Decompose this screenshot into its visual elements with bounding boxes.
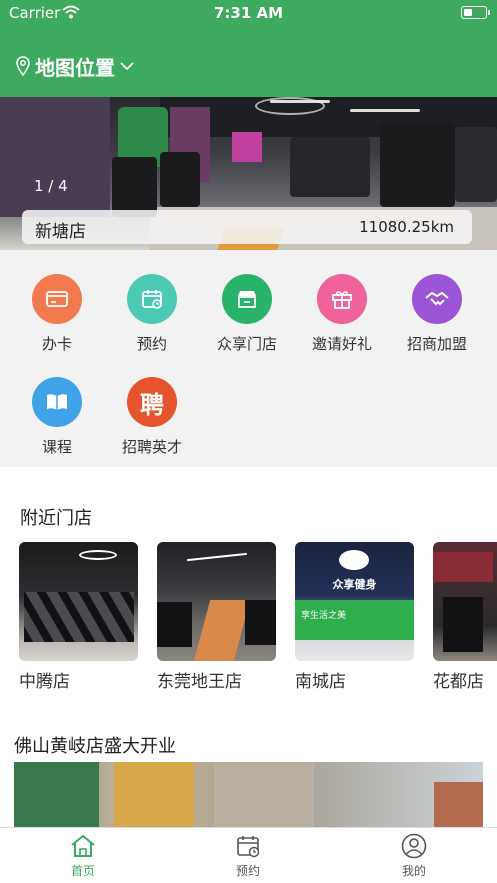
store-card[interactable]: 花都店 [433, 542, 497, 692]
header: Carrier 7:31 AM 地图位置 [0, 0, 497, 97]
store-card[interactable]: 众享健身 享生活之美 南城店 [295, 542, 414, 692]
calendar-icon [237, 836, 260, 858]
store-card-name: 东莞地王店 [157, 672, 242, 692]
user-icon [401, 833, 427, 859]
menu-item-booking[interactable]: 预约 [104, 274, 200, 354]
menu-item-stores[interactable]: 众享门店 [199, 274, 295, 354]
menu-item-card[interactable]: 办卡 [9, 274, 105, 354]
nearby-section: 附近门店 中腾店 东莞地王店 众享健身 享生活之美 南城店 花都店 佛山黄岐店盛… [0, 467, 497, 827]
menu-item-label: 邀请好礼 [311, 335, 372, 353]
app-screen: Carrier 7:31 AM 地图位置 1 / 4 新塘店 11080.25k… [0, 0, 497, 883]
news-sign [14, 762, 99, 827]
menu-item-franchise[interactable]: 招商加盟 [389, 274, 485, 354]
thumb-light [79, 550, 117, 560]
banner-poster [0, 97, 110, 217]
thumb-sign: 众享健身 [332, 578, 377, 591]
thumb-machine [245, 600, 276, 645]
gift-icon [317, 274, 367, 324]
location-selector[interactable]: 地图位置 [16, 52, 134, 80]
news-title[interactable]: 佛山黄岐店盛大开业 [14, 732, 176, 758]
banner-machine [455, 127, 497, 202]
banner-ring [255, 97, 325, 115]
menu-item-invite[interactable]: 邀请好礼 [294, 274, 390, 354]
store-thumbnail [157, 542, 276, 661]
battery-fill [464, 9, 472, 16]
thumb-light [187, 552, 247, 562]
banner-store-distance: 11080.25km [359, 218, 454, 236]
handshake-icon [412, 274, 462, 324]
store-card[interactable]: 中腾店 [19, 542, 138, 692]
tab-label: 预约 [235, 864, 260, 878]
store-thumbnail: 众享健身 享生活之美 [295, 542, 414, 661]
store-card-name: 花都店 [433, 672, 484, 692]
menu-item-label: 众享门店 [216, 335, 277, 353]
tab-label: 我的 [401, 864, 426, 878]
store-card[interactable]: 东莞地王店 [157, 542, 276, 692]
banner-light [350, 109, 420, 112]
home-icon [71, 834, 95, 857]
recruit-icon: 聘 [127, 377, 177, 427]
store-card-name: 中腾店 [19, 672, 70, 692]
store-thumbnail [19, 542, 138, 661]
thumb-banner [433, 552, 493, 582]
banner-machine [112, 157, 157, 217]
nearby-title: 附近门店 [20, 508, 92, 529]
menu-item-label: 课程 [41, 438, 72, 456]
location-label: 地图位置 [35, 55, 115, 80]
bottom-tab-bar: 首页 预约 我的 [0, 827, 497, 883]
banner-store-name: 新塘店 [35, 222, 86, 242]
banner-poster [232, 132, 262, 162]
menu-item-label: 招商加盟 [406, 335, 467, 353]
feature-menu: 办卡 预约 众享门店 邀请好礼 招商加盟 课程 聘 招聘英才 [0, 262, 497, 467]
thumb-floor [193, 600, 251, 661]
store-icon [222, 274, 272, 324]
map-pin-icon [16, 56, 30, 76]
card-icon [32, 274, 82, 324]
tab-profile[interactable]: 我的 [374, 833, 454, 879]
banner-carousel[interactable]: 1 / 4 新塘店 11080.25km [0, 97, 497, 250]
news-image[interactable] [14, 762, 483, 827]
calendar-icon [127, 274, 177, 324]
menu-item-label: 招聘英才 [121, 438, 182, 456]
thumb-logo-badge [339, 550, 369, 570]
news-building [214, 762, 314, 827]
banner-machine [380, 122, 455, 207]
book-icon [32, 377, 82, 427]
thumb-machine [157, 602, 192, 647]
battery-icon [461, 6, 490, 19]
menu-item-recruit[interactable]: 聘 招聘英才 [104, 377, 200, 457]
menu-item-label: 预约 [136, 335, 167, 353]
banner-machine [160, 152, 200, 207]
news-building [114, 762, 194, 827]
store-thumbnail [433, 542, 497, 661]
status-time: 7:31 AM [213, 4, 284, 22]
banner-store-strip[interactable]: 新塘店 11080.25km [22, 210, 472, 244]
news-building [434, 782, 483, 827]
tab-home[interactable]: 首页 [43, 833, 123, 879]
thumb-machine [24, 592, 134, 642]
chevron-down-icon [120, 62, 134, 71]
recruit-icon-glyph: 聘 [140, 390, 164, 419]
banner-page-counter: 1 / 4 [34, 177, 68, 195]
banner-machine [290, 137, 370, 197]
menu-item-label: 办卡 [41, 335, 72, 353]
tab-label: 首页 [70, 864, 95, 878]
menu-item-courses[interactable]: 课程 [9, 377, 105, 457]
thumb-machine [443, 597, 483, 652]
tab-booking[interactable]: 预约 [208, 833, 288, 879]
thumb-slogan: 享生活之美 [301, 611, 347, 621]
status-bar: Carrier 7:31 AM [0, 0, 497, 26]
store-card-name: 南城店 [295, 672, 346, 692]
